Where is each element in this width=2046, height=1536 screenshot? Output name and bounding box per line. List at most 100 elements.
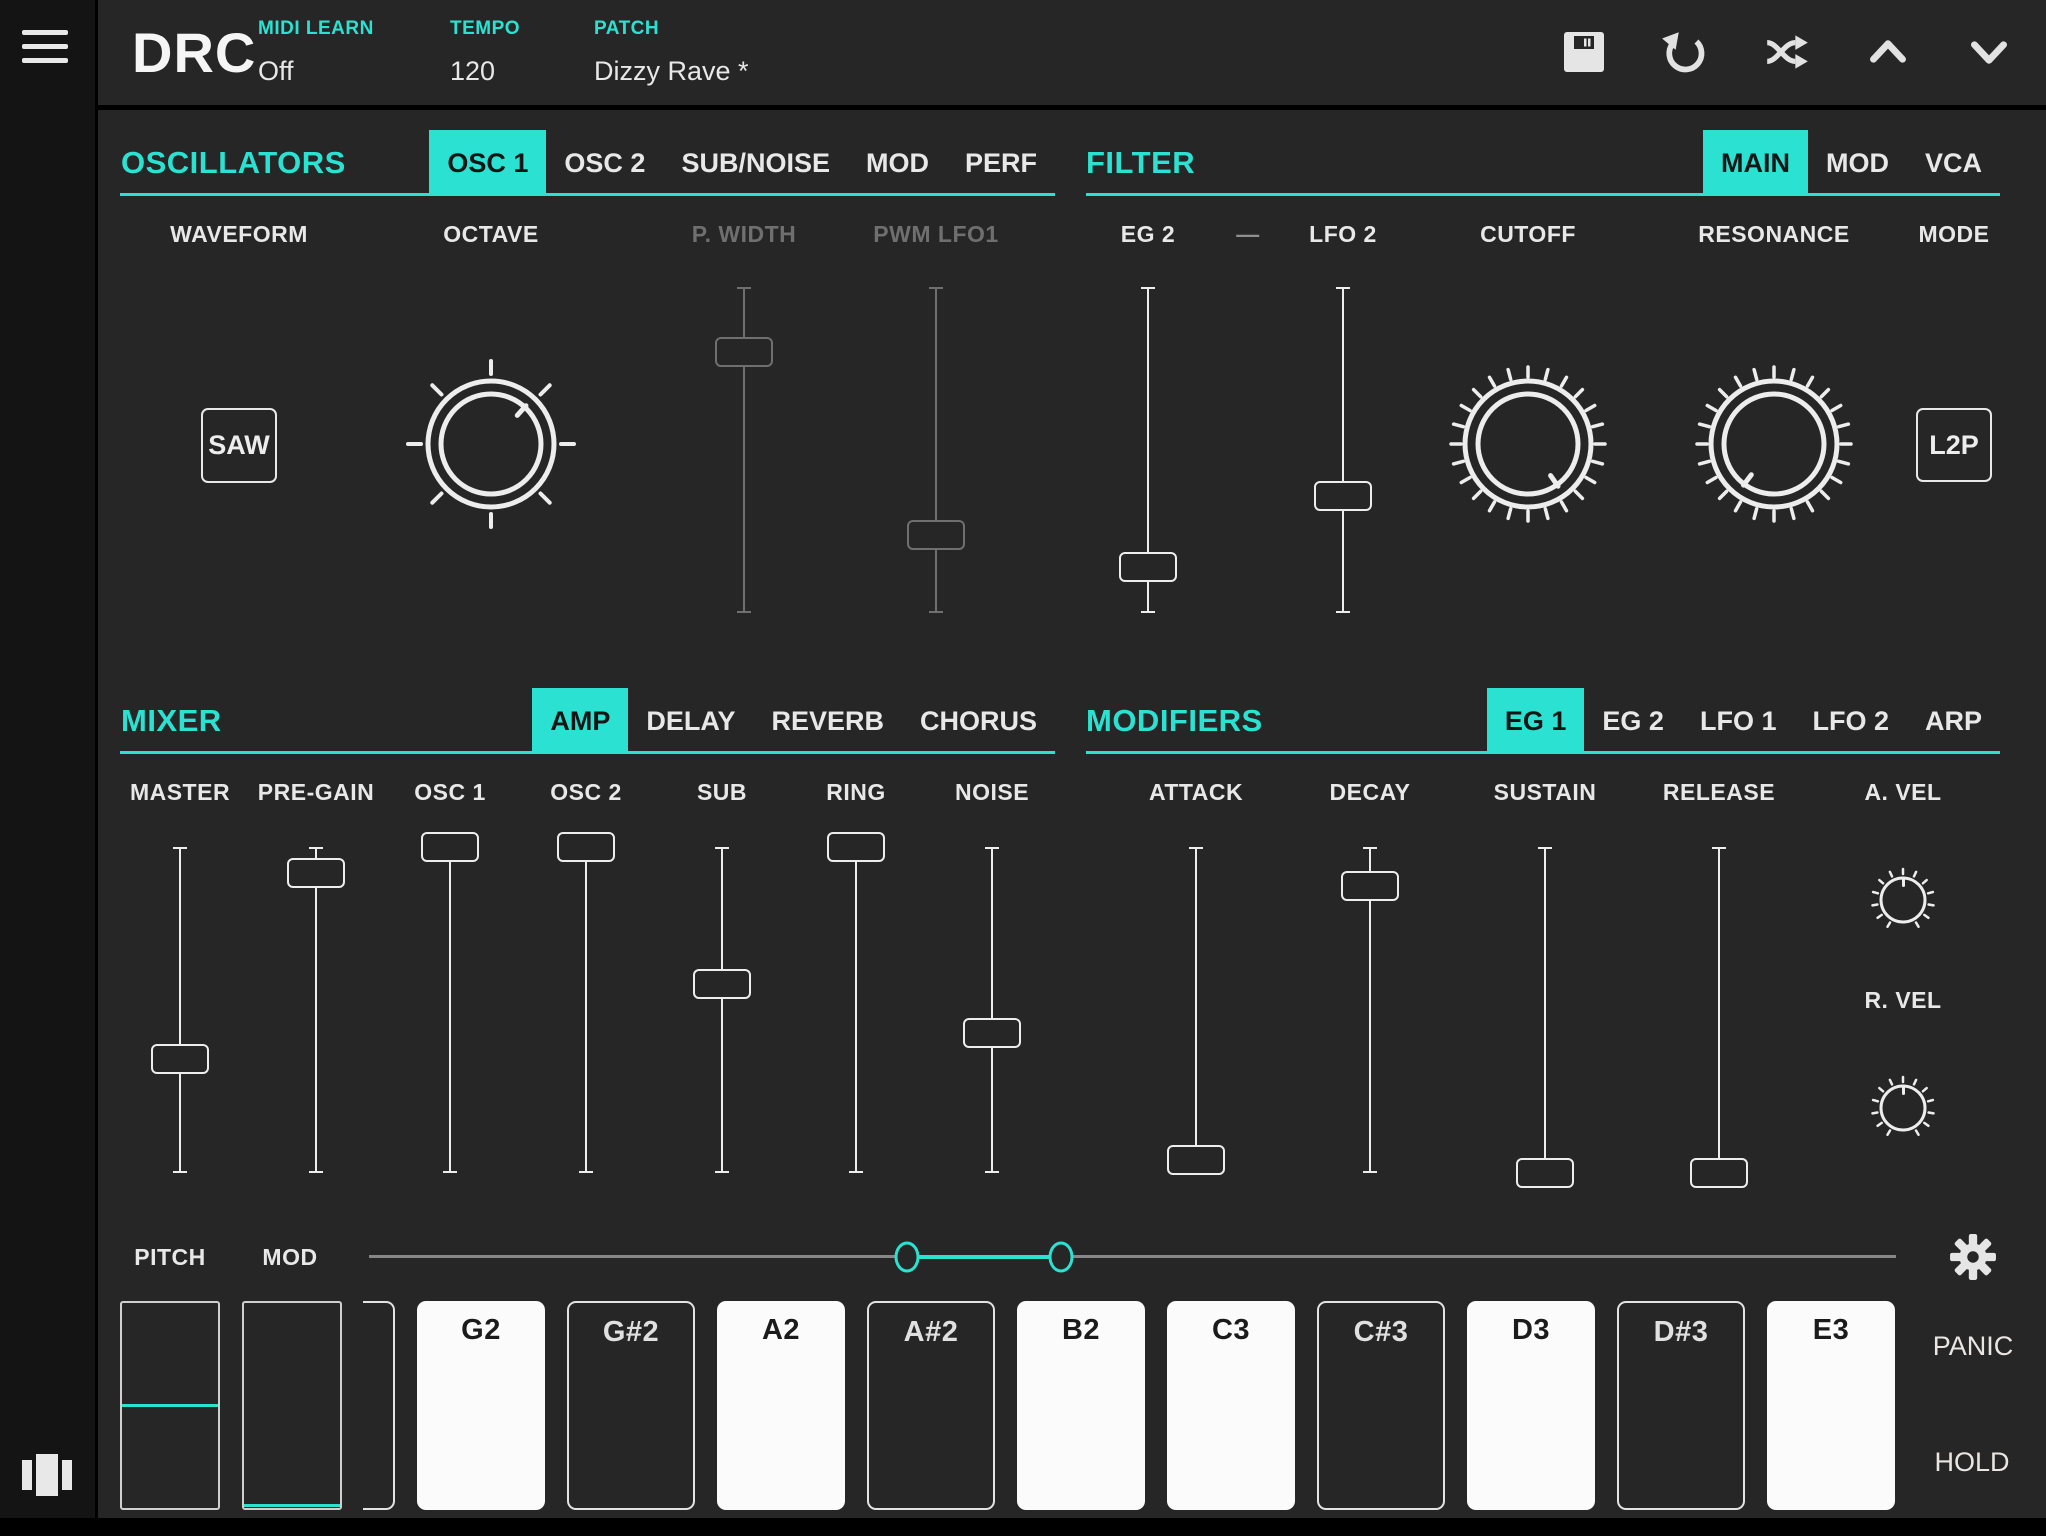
midi-learn-value[interactable]: Off (258, 56, 294, 87)
slider-handle[interactable] (907, 519, 965, 550)
ring-level-slider[interactable] (824, 832, 888, 1173)
pitch-wheel[interactable] (120, 1301, 220, 1510)
eg2-label: EG 2 (1120, 220, 1176, 247)
slider-handle[interactable] (287, 858, 345, 889)
osc1-level-slider[interactable] (418, 832, 482, 1173)
mixer-tab-amp[interactable]: AMP (532, 688, 629, 754)
slider-handle[interactable] (1690, 1158, 1748, 1188)
key-e3[interactable]: E3 (1767, 1301, 1895, 1510)
master-slider[interactable] (148, 847, 212, 1173)
save-icon (1564, 32, 1604, 72)
decay-slider[interactable] (1338, 847, 1402, 1173)
range-handle-left[interactable] (894, 1241, 919, 1273)
mixer-tab-delay[interactable]: DELAY (628, 688, 753, 754)
modifiers-tab-eg1[interactable]: EG 1 (1486, 688, 1585, 754)
decay-label: DECAY (1329, 778, 1411, 805)
range-handle-right[interactable] (1048, 1241, 1074, 1273)
slider-handle[interactable] (557, 832, 615, 862)
slider-handle[interactable] (827, 832, 885, 862)
mod-wheel-position (244, 1503, 340, 1507)
attack-velocity-knob[interactable] (1871, 867, 1935, 932)
release-slider[interactable] (1687, 847, 1751, 1188)
slider-handle[interactable] (693, 968, 751, 999)
key-csharp3[interactable]: C#3 (1317, 1301, 1445, 1510)
octave-knob-ticks (406, 359, 576, 529)
key-a2[interactable]: A2 (717, 1301, 845, 1510)
mixer-tab-chorus[interactable]: CHORUS (902, 688, 1055, 754)
gear-icon (1950, 1234, 1996, 1280)
key-dsharp3[interactable]: D#3 (1617, 1301, 1745, 1510)
osc-tab-sub-noise[interactable]: SUB/NOISE (663, 130, 848, 196)
keyboard-panel-icon[interactable] (22, 1452, 72, 1498)
pulse-width-slider[interactable] (712, 287, 776, 613)
key-c3[interactable]: C3 (1167, 1301, 1295, 1510)
octave-label: OCTAVE (443, 220, 539, 247)
modifiers-tab-lfo1[interactable]: LFO 1 (1682, 688, 1795, 754)
modifiers-tab-arp[interactable]: ARP (1907, 688, 2000, 754)
menu-button[interactable] (22, 30, 70, 72)
attack-slider[interactable] (1164, 847, 1228, 1175)
oscillators-underline (120, 193, 1055, 196)
eg2-lfo2-dash: — (1236, 220, 1260, 247)
patch-value[interactable]: Dizzy Rave * (594, 56, 749, 87)
patch-down-button[interactable] (1957, 20, 2021, 84)
pre-gain-label: PRE-GAIN (257, 778, 375, 805)
waveform-button[interactable]: SAW (201, 408, 277, 483)
key-partial[interactable] (363, 1301, 395, 1510)
octave-knob[interactable] (406, 359, 576, 529)
osc-tab-mod[interactable]: MOD (848, 130, 947, 196)
undo-button[interactable] (1653, 20, 1717, 84)
range-track[interactable] (369, 1255, 1896, 1258)
pwm-lfo1-slider[interactable] (904, 287, 968, 613)
osc1-level-label: OSC 1 (414, 778, 486, 805)
sub-level-slider[interactable] (690, 847, 754, 1173)
key-asharp2[interactable]: A#2 (867, 1301, 995, 1510)
sustain-slider[interactable] (1513, 847, 1577, 1188)
eg2-slider[interactable] (1116, 287, 1180, 613)
panic-button[interactable]: PANIC (1933, 1331, 2014, 1362)
lfo2-slider[interactable] (1311, 287, 1375, 613)
mixer-tab-reverb[interactable]: REVERB (753, 688, 902, 754)
key-b2[interactable]: B2 (1017, 1301, 1145, 1510)
resonance-knob[interactable] (1689, 359, 1859, 529)
key-g2[interactable]: G2 (417, 1301, 545, 1510)
filter-tab-mod[interactable]: MOD (1808, 130, 1907, 196)
keyboard-range-slider[interactable] (369, 1241, 1896, 1273)
slider-handle[interactable] (1516, 1158, 1574, 1188)
key-gsharp2[interactable]: G#2 (567, 1301, 695, 1510)
key-d3[interactable]: D3 (1467, 1301, 1595, 1510)
slider-handle[interactable] (1167, 1144, 1225, 1175)
tempo-value[interactable]: 120 (450, 56, 495, 87)
cutoff-knob[interactable] (1443, 359, 1613, 529)
slider-handle[interactable] (151, 1043, 209, 1074)
osc-tab-osc2[interactable]: OSC 2 (546, 130, 663, 196)
slider-handle[interactable] (1341, 871, 1399, 902)
slider-handle[interactable] (421, 832, 479, 862)
undo-icon (1662, 32, 1705, 73)
osc-tab-perf[interactable]: PERF (947, 130, 1055, 196)
pre-gain-slider[interactable] (284, 847, 348, 1173)
keyboard-settings-button[interactable] (1949, 1233, 1997, 1281)
shuffle-button[interactable] (1755, 20, 1819, 84)
oscillators-tabs: OSC 1 OSC 2 SUB/NOISE MOD PERF (120, 130, 1055, 196)
osc2-level-slider[interactable] (554, 832, 618, 1173)
filter-mode-button[interactable]: L2P (1916, 408, 1992, 482)
patch-up-button[interactable] (1856, 20, 1920, 84)
mode-label: MODE (1918, 220, 1990, 247)
filter-tab-main[interactable]: MAIN (1702, 130, 1808, 196)
mod-wheel[interactable] (242, 1301, 342, 1510)
slider-handle[interactable] (1314, 480, 1372, 511)
slider-handle[interactable] (715, 337, 773, 368)
modifiers-tab-lfo2[interactable]: LFO 2 (1794, 688, 1907, 754)
noise-level-slider[interactable] (960, 847, 1024, 1173)
save-button[interactable] (1552, 20, 1616, 84)
filter-tab-vca[interactable]: VCA (1907, 130, 2000, 196)
slider-handle[interactable] (1119, 552, 1177, 583)
knob-indicator (1901, 878, 1905, 887)
slider-handle[interactable] (963, 1017, 1021, 1048)
modifiers-tab-eg2[interactable]: EG 2 (1584, 688, 1682, 754)
hold-button[interactable]: HOLD (1934, 1447, 2009, 1478)
osc-tab-osc1[interactable]: OSC 1 (429, 130, 547, 196)
release-velocity-knob[interactable] (1871, 1075, 1935, 1140)
waveform-label: WAVEFORM (170, 220, 308, 247)
